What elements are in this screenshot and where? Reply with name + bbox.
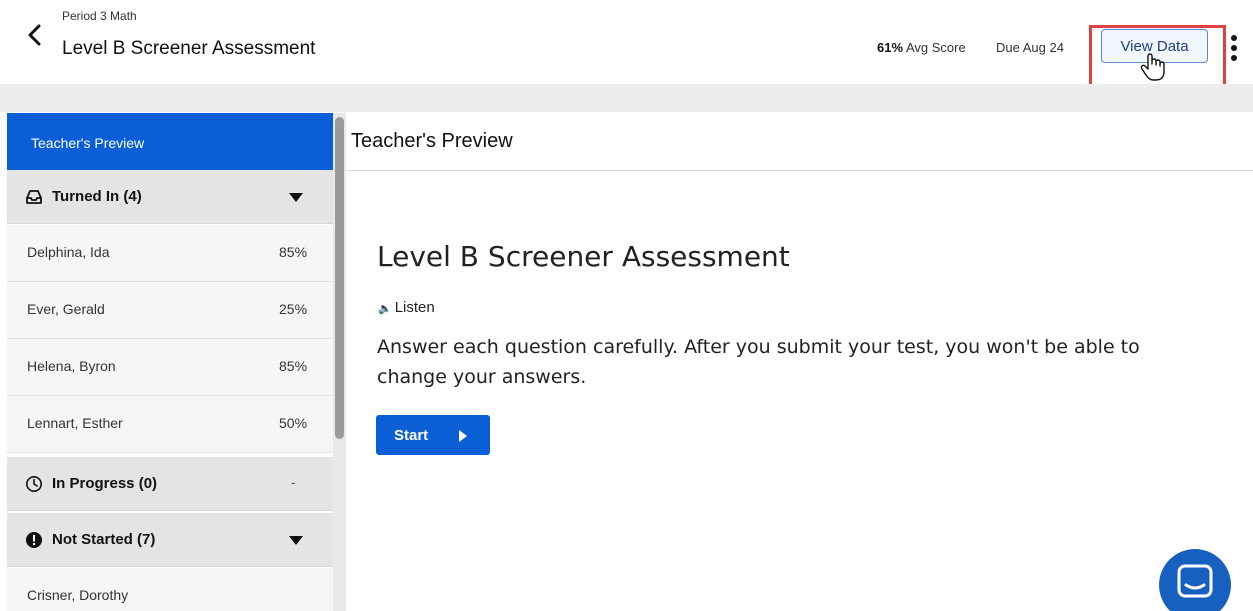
group-header-turned-in[interactable]: Turned In (4) bbox=[7, 170, 333, 224]
speaker-icon: 🔈 bbox=[378, 303, 392, 315]
avg-score-label: Avg Score bbox=[905, 40, 966, 55]
header-bar: Period 3 Math Level B Screener Assessmen… bbox=[0, 0, 1253, 87]
clock-icon bbox=[25, 475, 43, 493]
hand-cursor-icon bbox=[1140, 52, 1166, 82]
student-name: Delphina, Ida bbox=[27, 244, 110, 260]
sidebar-item-teachers-preview[interactable]: Teacher's Preview bbox=[7, 113, 333, 170]
listen-label: Listen bbox=[394, 299, 435, 316]
header-divider-band bbox=[0, 84, 1253, 112]
student-name: Helena, Byron bbox=[27, 358, 116, 374]
student-row[interactable]: Lennart, Esther 50% bbox=[7, 396, 333, 453]
group-header-in-progress[interactable]: In Progress (0) - bbox=[7, 457, 333, 511]
student-row[interactable]: Helena, Byron 85% bbox=[7, 339, 333, 396]
panel-title: Teacher's Preview bbox=[351, 130, 513, 152]
avg-score-value: 61% bbox=[877, 40, 904, 55]
group-header-not-started[interactable]: Not Started (7) bbox=[7, 513, 333, 567]
back-arrow-icon[interactable] bbox=[20, 20, 50, 50]
sidebar-scrollbar-thumb[interactable] bbox=[335, 117, 344, 439]
assessment-instructions: Answer each question carefully. After yo… bbox=[377, 336, 1140, 388]
group-label-in-progress: In Progress (0) bbox=[52, 475, 158, 492]
student-sidebar: Teacher's Preview Turned In (4) Delphina… bbox=[7, 113, 333, 611]
student-score: 25% bbox=[279, 301, 308, 317]
student-row[interactable]: Crisner, Dorothy bbox=[7, 568, 333, 611]
listen-button[interactable]: 🔈 Listen bbox=[378, 299, 435, 316]
student-score: 85% bbox=[279, 244, 308, 260]
student-name: Ever, Gerald bbox=[27, 301, 105, 317]
assignment-title: Level B Screener Assessment bbox=[62, 38, 316, 59]
chat-launcher-icon[interactable] bbox=[1159, 549, 1231, 611]
student-row[interactable]: Delphina, Ida 85% bbox=[7, 225, 333, 282]
more-options-icon[interactable] bbox=[1227, 32, 1241, 64]
assessment-heading: Level B Screener Assessment bbox=[377, 240, 790, 273]
preview-title-bar: Teacher's Preview bbox=[346, 113, 1253, 171]
due-date: Due Aug 24 bbox=[996, 40, 1064, 55]
alert-circle-icon bbox=[25, 531, 43, 549]
inbox-icon bbox=[25, 188, 43, 206]
start-label: Start bbox=[394, 426, 429, 444]
avg-score: 61% Avg Score bbox=[877, 40, 966, 55]
play-arrow-icon bbox=[458, 429, 467, 442]
student-score: 50% bbox=[279, 415, 308, 431]
chevron-down-icon bbox=[288, 190, 304, 202]
group-label-not-started: Not Started (7) bbox=[52, 531, 156, 548]
student-score: 85% bbox=[279, 358, 308, 374]
start-button[interactable]: Start bbox=[376, 415, 490, 455]
student-row[interactable]: Ever, Gerald 25% bbox=[7, 282, 333, 339]
chevron-down-icon bbox=[288, 533, 304, 545]
empty-group-marker: - bbox=[291, 474, 296, 490]
student-name: Lennart, Esther bbox=[27, 415, 123, 431]
group-label-turned-in: Turned In (4) bbox=[52, 188, 142, 205]
student-name: Crisner, Dorothy bbox=[27, 587, 129, 603]
class-name: Period 3 Math bbox=[62, 9, 137, 23]
